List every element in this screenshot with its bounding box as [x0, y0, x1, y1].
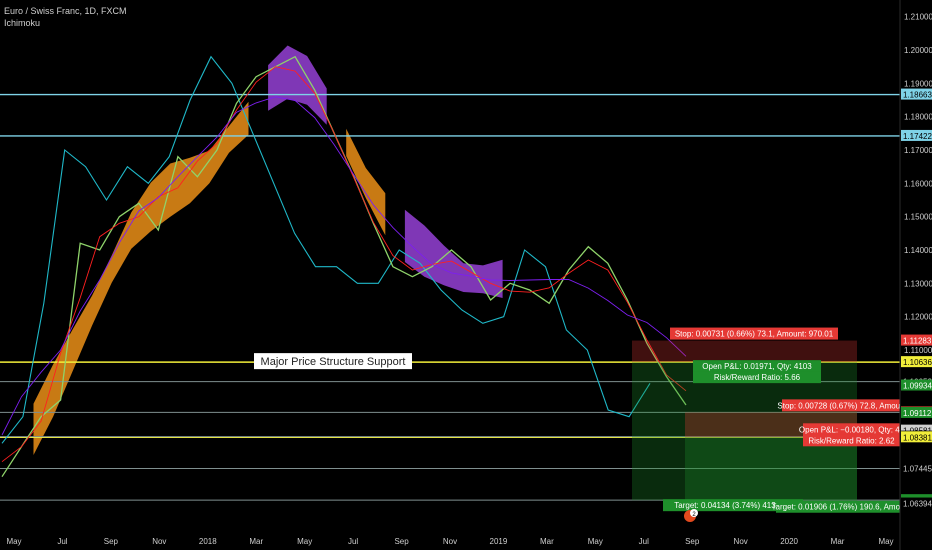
long-rr-label-text: Risk/Reward Ratio: 2.62: [808, 436, 895, 445]
short-stop-zone: [632, 340, 857, 363]
axis-price-tag: 1.11283: [901, 334, 932, 346]
price-line: [1, 55, 687, 478]
x-tick-label: May: [6, 537, 21, 546]
level-price-tag-text: 1.17422: [903, 132, 932, 141]
ichimoku-cloud: [268, 45, 327, 125]
short-stop-label: Stop: 0.00731 (0.66%) 73.1, Amount: 970.…: [670, 327, 838, 340]
level-price-tag-text: 1.08381: [903, 433, 932, 442]
short-stop-label-text: Stop: 0.00731 (0.66%) 73.1, Amount: 970.…: [675, 330, 834, 339]
axis-price-tag-text: 1.07445: [903, 465, 932, 474]
level-price-tag: 1.18663: [901, 88, 932, 100]
x-tick-label: Sep: [685, 537, 700, 546]
x-tick-label: Mar: [831, 537, 845, 546]
short-rr-label-text: Risk/Reward Ratio: 5.66: [714, 373, 801, 382]
level-price-tag-text: 1.10636: [903, 358, 932, 367]
y-tick-label: 1.11000: [904, 346, 932, 355]
short-pnl-label: Open P&L: 0.01971, Qty: 4103: [693, 360, 821, 373]
axis-price-tag-text: 1.11283: [903, 337, 932, 346]
long-rr-label: Risk/Reward Ratio: 2.62: [803, 434, 900, 447]
axis-price-tag-text: 1.06394: [903, 500, 932, 509]
axis-price-tag: 1.09112: [901, 406, 932, 418]
y-tick-label: 1.18000: [904, 113, 932, 122]
x-tick-label: Nov: [152, 537, 166, 546]
y-tick-label: 1.21000: [904, 13, 932, 22]
y-tick-label: 1.14000: [904, 246, 932, 255]
x-tick-label: Nov: [443, 537, 457, 546]
short-pnl-label-text: Open P&L: 0.01971, Qty: 4103: [702, 362, 812, 371]
long-pnl-label-text: Open P&L: −0.00180, Qty: 41: [799, 425, 905, 434]
ichimoku-cloud: [404, 209, 503, 298]
level-price-tag-text: 1.18663: [903, 91, 932, 100]
x-tick-label: 2019: [490, 537, 508, 546]
long-stop-label: Stop: 0.00728 (0.67%) 72.8, Amoun: [777, 399, 905, 412]
x-tick-label: May: [588, 537, 603, 546]
x-tick-label: Jul: [639, 537, 649, 546]
x-tick-label: May: [297, 537, 312, 546]
y-tick-label: 1.12000: [904, 313, 932, 322]
level-price-tag: 1.17422: [901, 129, 932, 141]
x-tick-label: 2020: [780, 537, 798, 546]
y-tick-label: 1.17000: [904, 146, 932, 155]
axis-price-tag-text: 1.09934: [903, 382, 932, 391]
short-rr-label: Risk/Reward Ratio: 5.66: [693, 371, 821, 384]
x-tick-label: May: [878, 537, 893, 546]
long-target-label: Target: 0.01906 (1.76%) 190.6, Amou: [772, 500, 905, 513]
y-tick-label: 1.16000: [904, 179, 932, 188]
axis-price-tag: 1.06394: [901, 497, 932, 509]
x-tick-label: Jul: [57, 537, 67, 546]
y-tick-label: 1.19000: [904, 79, 932, 88]
base-line: [1, 96, 687, 436]
axis-price-tag: 1.09934: [901, 379, 932, 391]
support-label-text: Major Price Structure Support: [261, 356, 406, 368]
x-tick-label: Nov: [734, 537, 748, 546]
price-chart[interactable]: Major Price Structure Support Stop: 0.007…: [0, 0, 932, 550]
ichimoku-cloud: [346, 128, 386, 236]
conversion-line: [1, 66, 687, 463]
long-target-label-text: Target: 0.01906 (1.76%) 190.6, Amou: [772, 503, 905, 512]
axis-price-tag: 1.07445: [901, 462, 932, 474]
level-price-tag: 1.10636: [901, 356, 932, 368]
x-tick-label: 2018: [199, 537, 217, 546]
level-price-tag: 1.08381: [901, 431, 932, 443]
y-tick-label: 1.13000: [904, 279, 932, 288]
x-tick-label: Mar: [540, 537, 554, 546]
x-tick-label: Sep: [104, 537, 119, 546]
x-tick-label: Jul: [348, 537, 358, 546]
long-pnl-label: Open P&L: −0.00180, Qty: 41: [799, 423, 905, 436]
ichimoku-cloud: [33, 101, 249, 456]
x-tick-label: Mar: [249, 537, 263, 546]
y-tick-label: 1.20000: [904, 46, 932, 55]
x-tick-label: Sep: [394, 537, 409, 546]
long-stop-label-text: Stop: 0.00728 (0.67%) 72.8, Amoun: [777, 401, 904, 410]
long-target-zone: [685, 437, 857, 503]
support-label: Major Price Structure Support: [254, 353, 412, 370]
chart-window: { "header": { "symbol_line": "Euro / Swi…: [0, 0, 932, 550]
axis-price-tag-text: 1.09112: [903, 409, 932, 418]
y-tick-label: 1.15000: [904, 213, 932, 222]
